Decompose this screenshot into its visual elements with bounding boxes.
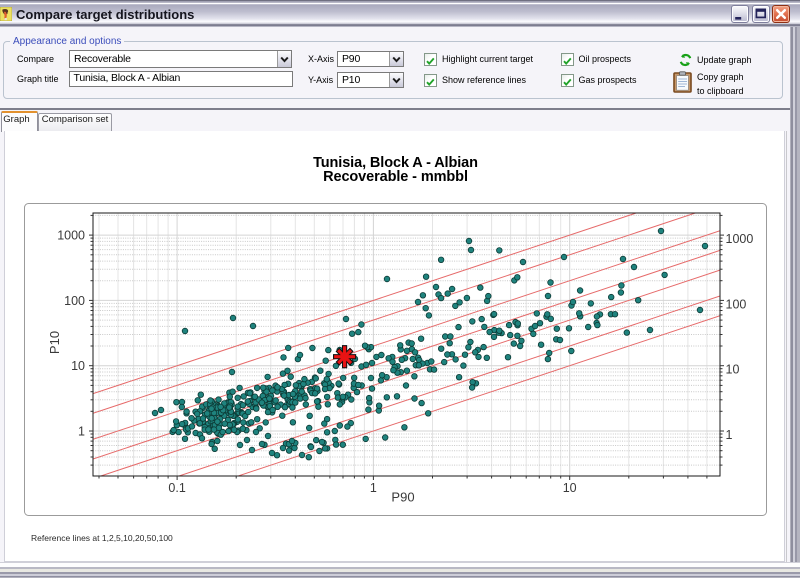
svg-text:100: 100 (64, 294, 85, 308)
svg-text:10: 10 (563, 481, 577, 495)
svg-text:10: 10 (71, 359, 85, 373)
svg-text:1000: 1000 (57, 229, 85, 243)
svg-text:100: 100 (726, 297, 747, 311)
svg-text:1: 1 (370, 481, 377, 495)
svg-text:P10: P10 (47, 331, 62, 354)
svg-text:P90: P90 (391, 490, 414, 505)
svg-text:1000: 1000 (726, 232, 754, 246)
svg-text:1: 1 (726, 428, 733, 442)
svg-text:1: 1 (78, 425, 85, 439)
svg-text:10: 10 (726, 363, 740, 377)
svg-text:0.1: 0.1 (168, 481, 185, 495)
